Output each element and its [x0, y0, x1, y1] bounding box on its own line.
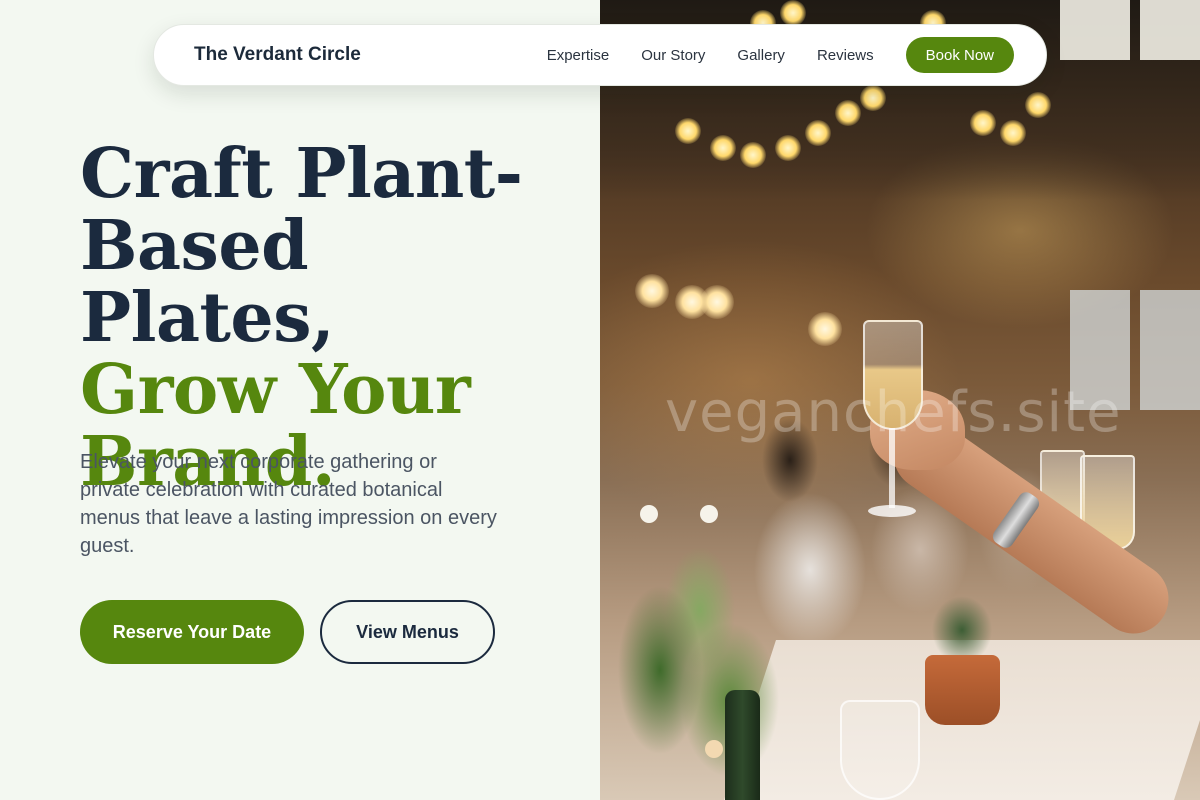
window — [1060, 0, 1130, 60]
image-watermark: veganchefs.site — [665, 380, 1122, 445]
string-light — [775, 135, 801, 161]
terracotta-pot — [925, 655, 1000, 725]
flower — [705, 740, 723, 758]
string-light — [675, 118, 701, 144]
string-light — [780, 0, 806, 26]
nav-link-our-story[interactable]: Our Story — [641, 47, 705, 64]
wall-lamp — [808, 312, 842, 346]
nav-link-gallery[interactable]: Gallery — [737, 47, 785, 64]
string-light — [740, 142, 766, 168]
string-light — [860, 85, 886, 111]
string-light — [835, 100, 861, 126]
headline-accent-line: Grow Your — [80, 350, 471, 430]
wall-lamp — [700, 285, 734, 319]
nav-link-expertise[interactable]: Expertise — [547, 47, 610, 64]
string-light — [970, 110, 996, 136]
view-menus-button[interactable]: View Menus — [320, 600, 495, 664]
string-light — [1025, 92, 1051, 118]
hero-subtext: Elevate your next corporate gathering or… — [80, 451, 497, 557]
hero-image-celebration-toast: veganchefs.site — [600, 0, 1200, 800]
top-navbar: The Verdant Circle Expertise Our Story G… — [153, 24, 1047, 86]
wall-lamp — [635, 274, 669, 308]
hero-headline: Craft Plant- Based Plates, Grow Your Bra… — [80, 138, 580, 498]
nav-link-reviews[interactable]: Reviews — [817, 47, 874, 64]
flute-base — [868, 505, 916, 517]
flower — [700, 505, 718, 523]
floral-centerpiece — [600, 500, 800, 800]
headline-line: Based Plates, — [80, 206, 335, 358]
potted-plant — [920, 585, 1005, 665]
flower — [640, 505, 658, 523]
book-now-button[interactable]: Book Now — [905, 37, 1014, 73]
reserve-date-button[interactable]: Reserve Your Date — [80, 600, 304, 664]
string-light — [805, 120, 831, 146]
headline-line: Craft Plant- — [80, 134, 523, 214]
string-light — [1000, 120, 1026, 146]
string-light — [710, 135, 736, 161]
wine-glass — [840, 700, 920, 800]
wine-bottle — [725, 690, 760, 800]
brand-logo[interactable]: The Verdant Circle — [194, 44, 361, 66]
nav-links: Expertise Our Story Gallery Reviews — [547, 47, 874, 64]
window — [1140, 290, 1200, 410]
window — [1140, 0, 1200, 60]
